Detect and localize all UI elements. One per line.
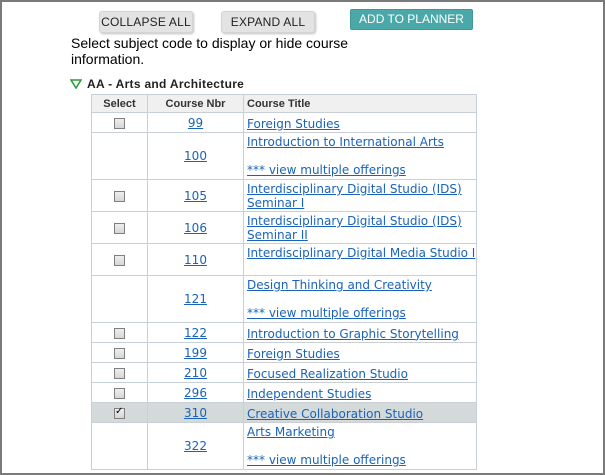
select-cell [91,342,148,363]
collapse-all-button[interactable]: COLLAPSE ALL [99,11,193,33]
course-nbr-cell: 296 [147,382,244,403]
course-nbr-cell: 100 [147,132,244,180]
column-header-course-title: Course Title [243,94,477,113]
course-nbr-link[interactable]: 105 [184,189,207,203]
course-nbr-link[interactable]: 106 [184,221,207,235]
select-checkbox[interactable] [114,387,125,399]
table-row: 110 Interdisciplinary Digital Media Studi… [91,243,477,276]
course-nbr-cell: 99 [147,112,244,133]
select-checkbox[interactable] [114,254,125,266]
course-title-link[interactable]: Interdisciplinary Digital Studio (IDS) S… [247,180,476,210]
course-title-link[interactable]: Interdisciplinary Digital Studio (IDS) S… [247,212,476,242]
course-nbr-link[interactable]: 322 [184,439,207,453]
course-title-link[interactable]: Foreign Studies [247,345,476,361]
select-cell [91,362,148,383]
table-header-row: Select Course Nbr Course Title [91,94,477,113]
course-title-cell: Foreign Studies [243,342,477,363]
course-title-cell: Introduction to International Arts *** vi… [243,132,477,180]
course-nbr-cell: 105 [147,179,244,212]
course-title-link[interactable]: Interdisciplinary Digital Media Studio I [247,244,476,260]
course-nbr-link[interactable]: 99 [188,116,203,130]
view-multiple-offerings-link[interactable]: *** view multiple offerings [247,453,476,467]
course-title-cell: Arts Marketing *** view multiple offering… [243,422,477,470]
course-title-cell: Focused Realization Studio [243,362,477,383]
table-row: 105 Interdisciplinary Digital Studio (IDS… [91,179,477,212]
course-title-link[interactable]: Creative Collaboration Studio [247,405,476,421]
course-table: Select Course Nbr Course Title 99 Foreign… [91,94,477,470]
subject-header[interactable]: AA - Arts and Architecture [70,77,244,91]
table-row: 121 Design Thinking and Creativity *** vie… [91,275,477,323]
course-nbr-link[interactable]: 199 [184,346,207,360]
table-row: 100 Introduction to International Arts ***… [91,132,477,180]
select-checkbox[interactable] [114,367,125,379]
view-multiple-offerings-link[interactable]: *** view multiple offerings [247,306,476,320]
triangle-down-icon[interactable] [70,79,82,89]
select-cell [91,179,148,212]
table-row: 310 Creative Collaboration Studio [91,402,477,423]
select-checkbox[interactable] [114,327,125,339]
select-cell [91,322,148,343]
course-nbr-cell: 122 [147,322,244,343]
select-checkbox[interactable] [114,117,125,129]
table-row: 210 Focused Realization Studio [91,362,477,383]
select-cell [91,402,148,423]
course-list-panel: COLLAPSE ALL EXPAND ALL ADD TO PLANNER S… [0,0,605,475]
instructions-text: Select subject code to display or hide c… [71,35,349,67]
course-nbr-link[interactable]: 100 [184,149,207,163]
table-row: 106 Interdisciplinary Digital Studio (IDS… [91,211,477,244]
course-nbr-cell: 106 [147,211,244,244]
column-header-course-nbr: Course Nbr [147,94,244,113]
course-title-cell: Introduction to Graphic Storytelling [243,322,477,343]
select-cell [91,382,148,403]
course-title-link[interactable]: Introduction to Graphic Storytelling [247,325,476,341]
course-nbr-cell: 322 [147,422,244,470]
add-to-planner-button[interactable]: ADD TO PLANNER [350,9,473,30]
table-row: 322 Arts Marketing *** view multiple offer… [91,422,477,470]
course-title-cell: Creative Collaboration Studio [243,402,477,423]
table-row: 296 Independent Studies [91,382,477,403]
course-title-cell: Design Thinking and Creativity *** view m… [243,275,477,323]
course-nbr-cell: 121 [147,275,244,323]
view-multiple-offerings-link[interactable]: *** view multiple offerings [247,163,476,177]
course-title-cell: Independent Studies [243,382,477,403]
course-title-link[interactable]: Independent Studies [247,385,476,401]
select-checkbox[interactable] [114,190,125,202]
select-cell [91,243,148,276]
select-cell [91,211,148,244]
course-title-link[interactable]: Introduction to International Arts [247,133,476,149]
table-row: 99 Foreign Studies [91,112,477,133]
table-row: 199 Foreign Studies [91,342,477,363]
select-cell [91,132,148,180]
expand-all-button[interactable]: EXPAND ALL [221,11,315,33]
course-title-cell: Interdisciplinary Digital Media Studio I [243,243,477,276]
select-checkbox[interactable] [114,347,125,359]
course-title-cell: Interdisciplinary Digital Studio (IDS) S… [243,179,477,212]
course-nbr-link[interactable]: 121 [184,292,207,306]
course-title-cell: Foreign Studies [243,112,477,133]
select-cell [91,422,148,470]
course-nbr-link[interactable]: 210 [184,366,207,380]
column-header-select: Select [91,94,148,113]
course-nbr-link[interactable]: 310 [184,406,207,420]
select-cell [91,275,148,323]
course-title-link[interactable]: Foreign Studies [247,115,476,131]
course-nbr-cell: 110 [147,243,244,276]
course-nbr-link[interactable]: 296 [184,386,207,400]
select-cell [91,112,148,133]
course-nbr-cell: 310 [147,402,244,423]
course-title-cell: Interdisciplinary Digital Studio (IDS) S… [243,211,477,244]
select-checkbox[interactable] [114,406,125,419]
course-nbr-link[interactable]: 110 [184,253,207,267]
course-nbr-cell: 199 [147,342,244,363]
select-checkbox[interactable] [114,222,125,234]
course-nbr-link[interactable]: 122 [184,326,207,340]
subject-label[interactable]: AA - Arts and Architecture [87,77,244,91]
course-title-link[interactable]: Focused Realization Studio [247,365,476,381]
course-title-link[interactable]: Arts Marketing [247,423,476,439]
course-nbr-cell: 210 [147,362,244,383]
table-row: 122 Introduction to Graphic Storytelling [91,322,477,343]
course-title-link[interactable]: Design Thinking and Creativity [247,276,476,292]
